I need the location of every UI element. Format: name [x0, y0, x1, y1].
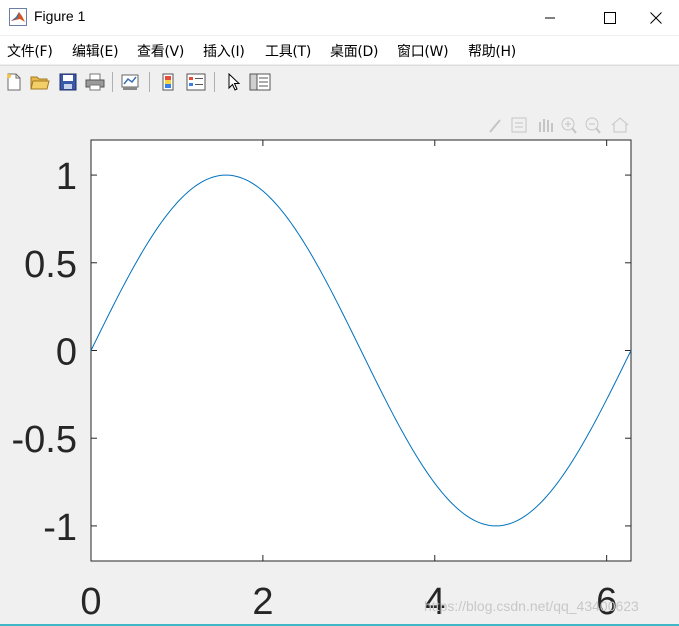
- watermark: https://blog.csdn.net/qq_43400623: [424, 598, 639, 614]
- y-tick-label: 1: [56, 156, 77, 198]
- y-tick-label: 0: [56, 332, 77, 374]
- y-tick-label: -1: [43, 507, 77, 549]
- sine-plot: 0 2 4 610.50-0.5-1: [12, 139, 632, 623]
- x-tick-label: 0: [80, 581, 101, 623]
- x-tick-label: 2: [252, 581, 273, 623]
- y-tick-label: 0.5: [24, 244, 77, 286]
- y-tick-label: -0.5: [12, 419, 77, 461]
